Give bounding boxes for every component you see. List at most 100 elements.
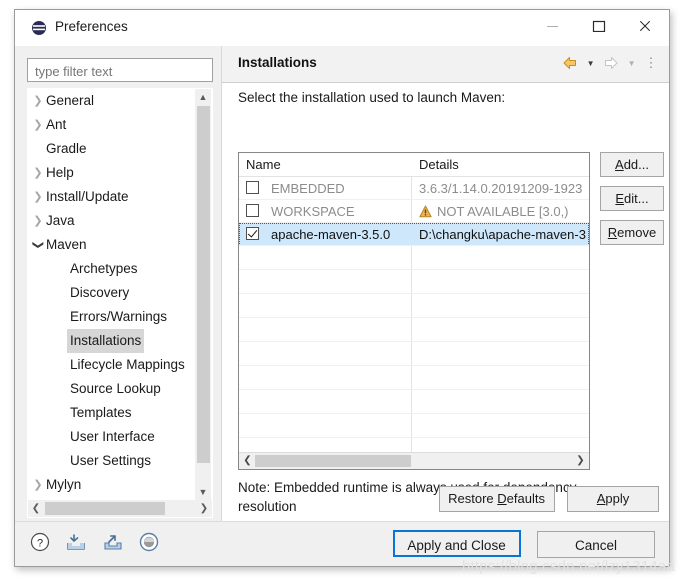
table-row-empty[interactable] bbox=[239, 270, 589, 294]
preferences-sidebar: ❯General❯AntGradle❯Help❯Install/Update❯J… bbox=[27, 58, 213, 518]
tree-horizontal-scrollbar[interactable]: ❮ ❯ bbox=[28, 500, 212, 517]
sidebar-item-help[interactable]: ❯ Help bbox=[28, 161, 196, 185]
sidebar-item-label: Discovery bbox=[70, 285, 130, 300]
oomph-recorder-icon[interactable] bbox=[138, 531, 160, 553]
sidebar-item-install-update[interactable]: ❯ Install/Update bbox=[28, 185, 196, 209]
table-hscroll-thumb[interactable] bbox=[255, 455, 411, 467]
minimize-button[interactable] bbox=[531, 10, 577, 41]
restore-defaults-label-before: Restore bbox=[448, 491, 498, 506]
add-button[interactable]: Add... bbox=[600, 152, 664, 177]
filter-box bbox=[27, 58, 213, 82]
sidebar-item-general[interactable]: ❯ General bbox=[28, 89, 196, 113]
installation-details: D:\changku\apache-maven-3 bbox=[419, 223, 587, 246]
tree-hscroll-thumb[interactable] bbox=[45, 502, 165, 515]
table-scroll-right-arrow-icon[interactable]: ❯ bbox=[573, 453, 588, 469]
chevron-right-icon[interactable]: ❯ bbox=[30, 161, 46, 185]
table-row-empty[interactable] bbox=[239, 366, 589, 390]
table-row-empty[interactable] bbox=[239, 318, 589, 342]
sidebar-item-lifecycle-mappings[interactable]: Lifecycle Mappings bbox=[28, 353, 196, 377]
sidebar-item-user-interface[interactable]: User Interface bbox=[28, 425, 196, 449]
tree-item-list[interactable]: ❯ General ❯ Ant Gradle ❯ Help ❯ Install/Update ❯ J… bbox=[28, 89, 196, 500]
table-row[interactable]: apache-maven-3.5.0 D:\changku\apache-mave… bbox=[239, 223, 589, 246]
sidebar-item-installations[interactable]: Installations bbox=[28, 329, 196, 353]
sidebar-item-user-settings[interactable]: User Settings bbox=[28, 449, 196, 473]
back-history-dropdown[interactable]: ▼ bbox=[584, 54, 598, 74]
apply-button[interactable]: Apply bbox=[567, 486, 659, 512]
chevron-right-icon[interactable]: ❯ bbox=[30, 209, 46, 233]
table-row-empty[interactable] bbox=[239, 294, 589, 318]
sidebar-item-label: Errors/Warnings bbox=[70, 309, 168, 324]
forward-button[interactable] bbox=[602, 54, 620, 74]
sidebar-item-maven[interactable]: ❯ Maven bbox=[28, 233, 196, 257]
table-scroll-left-arrow-icon[interactable]: ❮ bbox=[240, 453, 255, 469]
sidebar-item-gradle[interactable]: Gradle bbox=[28, 137, 196, 161]
table-body[interactable]: EMBEDDED 3.6.3/1.14.0.20191209-1923 WORKSP… bbox=[239, 177, 589, 454]
sidebar-item-source-lookup[interactable]: Source Lookup bbox=[28, 377, 196, 401]
scroll-down-arrow-icon[interactable]: ▼ bbox=[195, 484, 211, 500]
sidebar-item-label: General bbox=[46, 93, 95, 108]
sidebar-item-label: Gradle bbox=[46, 141, 87, 156]
close-button[interactable] bbox=[623, 10, 669, 41]
scroll-right-arrow-icon[interactable]: ❯ bbox=[196, 500, 212, 517]
button-mnemonic: R bbox=[607, 225, 618, 240]
tree-vertical-scrollbar[interactable]: ▲ ▼ bbox=[195, 89, 211, 500]
sidebar-item-label: Install/Update bbox=[46, 189, 129, 204]
table-row[interactable]: EMBEDDED 3.6.3/1.14.0.20191209-1923 bbox=[239, 177, 589, 200]
sidebar-item-templates[interactable]: Templates bbox=[28, 401, 196, 425]
table-row-empty[interactable] bbox=[239, 342, 589, 366]
page-header-toolbar: ▼ ▼ ⋮ bbox=[561, 54, 659, 74]
column-header-name[interactable]: Name bbox=[246, 153, 281, 176]
chevron-right-icon[interactable]: ❯ bbox=[30, 113, 46, 137]
installation-name: EMBEDDED bbox=[271, 181, 345, 196]
table-row-empty[interactable] bbox=[239, 246, 589, 270]
title-bar: Preferences bbox=[15, 10, 669, 47]
table-row-empty[interactable] bbox=[239, 390, 589, 414]
sidebar-item-archetypes[interactable]: Archetypes bbox=[28, 257, 196, 281]
preferences-tree: ❯ General ❯ Ant Gradle ❯ Help ❯ Install/Update ❯ J… bbox=[27, 88, 213, 518]
chevron-right-icon[interactable]: ❯ bbox=[30, 89, 46, 113]
sidebar-item-label: Maven bbox=[46, 237, 87, 252]
table-horizontal-scrollbar[interactable]: ❮ ❯ bbox=[239, 452, 589, 469]
kebab-menu-icon[interactable]: ⋮ bbox=[643, 54, 659, 74]
chevron-right-icon[interactable]: ❯ bbox=[30, 185, 46, 209]
search-input[interactable] bbox=[33, 61, 209, 81]
back-button[interactable] bbox=[561, 54, 579, 74]
sidebar-item-label: Archetypes bbox=[70, 261, 138, 276]
checkbox-checked[interactable] bbox=[246, 227, 259, 240]
help-icon[interactable]: ? bbox=[29, 531, 51, 553]
forward-history-dropdown[interactable]: ▼ bbox=[625, 54, 639, 74]
checkbox-unchecked[interactable] bbox=[246, 181, 259, 194]
column-header-details[interactable]: Details bbox=[419, 153, 459, 176]
table-row[interactable]: WORKSPACE NOT AVAILABLE [3.0,) bbox=[239, 200, 589, 223]
chevron-right-icon[interactable]: ❯ bbox=[30, 473, 46, 497]
minimize-icon bbox=[547, 26, 558, 27]
sidebar-item-label: Help bbox=[46, 165, 74, 180]
button-label: dit... bbox=[624, 191, 649, 206]
tree-vscroll-thumb[interactable] bbox=[197, 106, 210, 463]
watermark-text: https://blog.csdn.net/lzy1314aa bbox=[462, 558, 676, 575]
page-header: Installations ▼ ▼ ⋮ bbox=[222, 46, 669, 83]
sidebar-item-java[interactable]: ❯ Java bbox=[28, 209, 196, 233]
scroll-left-arrow-icon[interactable]: ❮ bbox=[28, 500, 44, 517]
sidebar-item-errors-warnings[interactable]: Errors/Warnings bbox=[28, 305, 196, 329]
installation-details-text: NOT AVAILABLE [3.0,) bbox=[437, 204, 569, 219]
cancel-button[interactable]: Cancel bbox=[537, 531, 655, 558]
sidebar-item-discovery[interactable]: Discovery bbox=[28, 281, 196, 305]
sidebar-item-label: Java bbox=[46, 213, 75, 228]
edit-button[interactable]: Edit... bbox=[600, 186, 664, 211]
apply-and-close-button[interactable]: Apply and Close bbox=[392, 530, 521, 557]
installation-details-text: 3.6.3/1.14.0.20191209-1923 bbox=[419, 181, 583, 196]
sidebar-item-label: User Interface bbox=[70, 429, 155, 444]
maximize-button[interactable] bbox=[577, 10, 623, 41]
table-row-empty[interactable] bbox=[239, 414, 589, 438]
export-preferences-icon[interactable] bbox=[102, 531, 124, 553]
preferences-dialog-screenshot: Preferences type filter text ❯ General ❯… bbox=[0, 0, 690, 583]
restore-defaults-button[interactable]: Restore Defaults bbox=[438, 486, 555, 512]
import-preferences-icon[interactable] bbox=[65, 531, 87, 553]
sidebar-item-ant[interactable]: ❯ Ant bbox=[28, 113, 196, 137]
sidebar-item-mylyn[interactable]: ❯ Mylyn bbox=[28, 473, 196, 497]
scroll-up-arrow-icon[interactable]: ▲ bbox=[195, 89, 211, 105]
checkbox-unchecked[interactable] bbox=[246, 204, 259, 217]
button-mnemonic: E bbox=[615, 191, 625, 206]
remove-button[interactable]: Remove bbox=[600, 220, 664, 245]
